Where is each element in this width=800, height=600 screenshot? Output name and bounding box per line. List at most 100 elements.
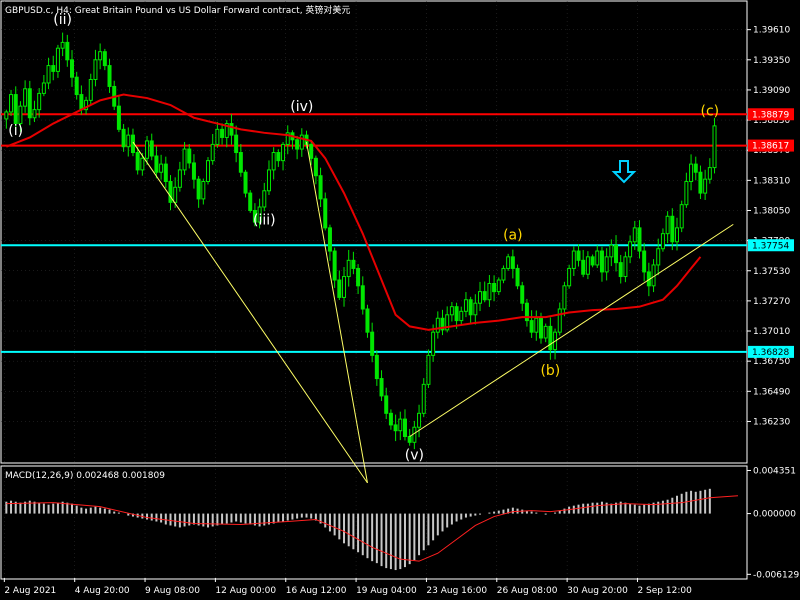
price-tick-label: 1.38310 (753, 176, 790, 186)
candle (426, 349, 431, 389)
candle-body (266, 169, 271, 192)
candle-body (487, 283, 492, 301)
candle (206, 157, 211, 185)
macd-tick-label: -0.006129 (753, 570, 799, 580)
candle-body (299, 134, 304, 150)
candle-body (478, 291, 483, 304)
time-tick-label: 12 Aug 00:00 (215, 586, 276, 596)
candle (679, 200, 684, 233)
candle-body (248, 192, 253, 211)
candle-body (459, 310, 464, 322)
candle-body (393, 424, 398, 432)
candle-body (323, 198, 328, 229)
candle-body (628, 241, 633, 258)
price-tick-label: 1.36490 (753, 387, 790, 397)
wave-label: (v) (405, 448, 424, 464)
candle-body (145, 140, 150, 159)
candle-body (431, 331, 436, 356)
candle-body (215, 128, 220, 145)
candle-body (417, 412, 422, 428)
candle-body (599, 250, 604, 273)
candle-body (187, 148, 192, 164)
candle (567, 264, 572, 289)
candle-body (412, 426, 417, 443)
candle-body (534, 317, 539, 333)
candle-body (421, 383, 426, 414)
candle-body (346, 259, 351, 278)
time-tick-label: 19 Aug 04:00 (356, 586, 417, 596)
price-chart[interactable]: (i)(ii)(iii)(iv)(v)(a)(b)(c) GBPUSD.c, H… (0, 0, 800, 600)
candle-body (684, 181, 689, 206)
candle-body (173, 186, 178, 203)
candle-body (590, 256, 595, 266)
candle-body (18, 105, 23, 125)
candle-body (693, 163, 698, 173)
candle-body (398, 418, 403, 432)
candle-body (510, 256, 515, 269)
candle-body (88, 79, 93, 101)
candle-body (93, 59, 98, 81)
candle-body (220, 128, 225, 138)
candle-body (426, 354, 431, 385)
candle-body (468, 299, 473, 316)
candle-body (159, 163, 164, 173)
candle-body (463, 299, 468, 312)
macd-label: MACD(12,26,9) 0.002468 0.001809 (5, 471, 165, 481)
wave-label: (b) (540, 363, 560, 379)
candle-body (65, 41, 70, 61)
candle-body (595, 250, 600, 266)
candle-body (342, 276, 347, 298)
candle-body (149, 140, 154, 157)
candle-body (402, 418, 407, 438)
candle-body (529, 320, 534, 333)
candle-body (4, 111, 9, 120)
candle-body (309, 143, 314, 159)
candle-body (623, 256, 628, 278)
wave-label: (iv) (290, 99, 313, 115)
candle-body (234, 134, 239, 154)
time-tick-label: 26 Aug 08:00 (497, 586, 558, 596)
candle-body (262, 190, 267, 208)
price-tick-label: 1.36230 (753, 417, 790, 427)
candle-body (562, 285, 567, 310)
candle-body (496, 279, 501, 293)
candle (590, 254, 595, 268)
candle-body (604, 256, 609, 273)
candle-body (515, 267, 520, 287)
candle-body (107, 65, 112, 87)
time-tick-label: 2 Sep 12:00 (637, 586, 692, 596)
macd-tick-label: 0.000000 (753, 510, 796, 520)
candle-body (538, 317, 543, 339)
wave-label: (i) (8, 123, 23, 139)
candle-body (126, 134, 131, 148)
candle-body (614, 244, 619, 264)
candle-body (576, 250, 581, 261)
candle-body (55, 47, 60, 72)
candle-body (356, 267, 361, 287)
candle-body (98, 51, 103, 61)
candle-body (473, 302, 478, 316)
candle-body (388, 412, 393, 426)
candle-body (281, 143, 286, 162)
candle-body (116, 105, 121, 130)
candle-body (37, 92, 42, 111)
candle-body (656, 248, 661, 266)
candle-body (276, 152, 281, 162)
candle-body (379, 378, 384, 397)
candle (248, 190, 253, 213)
candle-body (140, 157, 145, 171)
candle-body (177, 169, 182, 188)
candle-body (295, 139, 300, 150)
candle-body (51, 65, 56, 72)
price-tick-label: 1.39350 (753, 56, 790, 66)
candle-body (182, 148, 187, 171)
candle-body (548, 325, 553, 351)
wave-label: (iii) (253, 212, 276, 228)
candle-body (163, 163, 168, 182)
candle-body (703, 178, 708, 194)
candle-body (238, 152, 243, 173)
candle-body (506, 256, 511, 269)
candle (515, 264, 520, 290)
candle-body (571, 250, 576, 269)
candle-body (9, 94, 14, 113)
